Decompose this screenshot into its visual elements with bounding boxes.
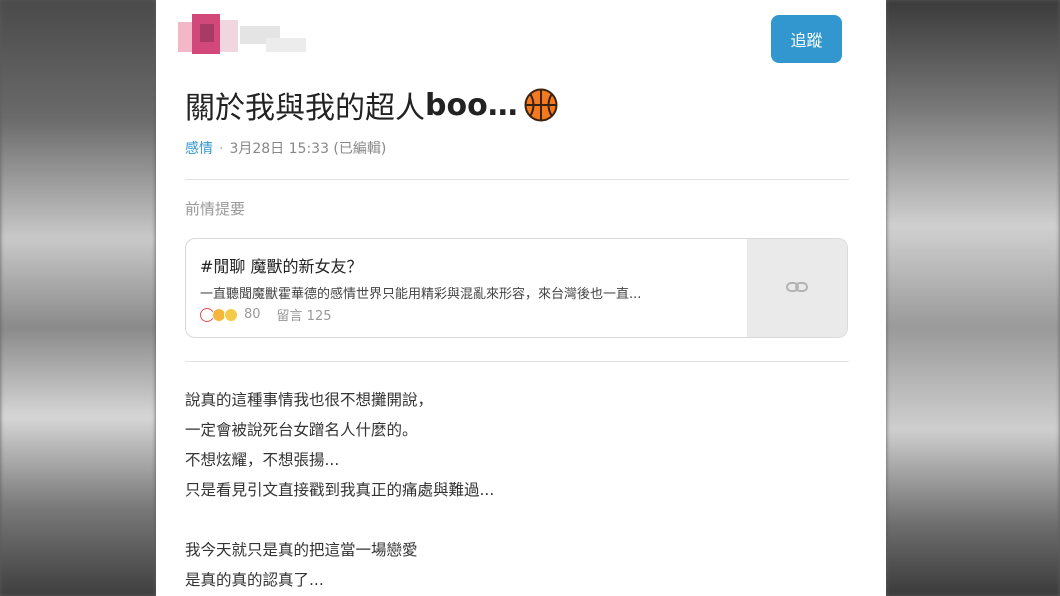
post-panel: 追蹤 關於我與我的超人 boo… 感情 · 3月28日 15:33 (已編輯) 前情提… bbox=[156, 0, 886, 596]
blurred-avatar bbox=[178, 12, 308, 58]
body-line: 一定會被說死台女蹭名人什麼的。 bbox=[185, 421, 418, 439]
link-thumbnail[interactable] bbox=[747, 239, 847, 337]
post-title-boo: boo… bbox=[425, 87, 518, 123]
linked-post-title: #閒聊 魔獸的新女友？ bbox=[200, 257, 363, 276]
linked-post-stats: 80 留言 125 bbox=[200, 305, 332, 324]
post-title: 關於我與我的超人 boo… bbox=[185, 82, 558, 128]
body-line: 是真的真的認真了... bbox=[185, 571, 324, 589]
linked-post-card[interactable]: #閒聊 魔獸的新女友？ 一直聽聞魔獸霍華德的感情世界只能用精彩與混亂來形容，來台… bbox=[185, 238, 848, 338]
linked-post-body[interactable]: #閒聊 魔獸的新女友？ 一直聽聞魔獸霍華德的感情世界只能用精彩與混亂來形容，來台… bbox=[186, 239, 749, 337]
post-body: 說真的這種事情我也很不想攤開說， 一定會被說死台女蹭名人什麼的。 不想炫耀，不想… bbox=[185, 385, 494, 595]
reaction-count: 80 bbox=[244, 307, 261, 322]
post-title-main: 關於我與我的超人 bbox=[185, 91, 425, 126]
body-line: 只是看見引文直接戳到我真正的痛處與難過... bbox=[185, 481, 495, 499]
follow-button[interactable]: 追蹤 bbox=[771, 15, 842, 63]
blurred-background-left bbox=[0, 0, 156, 596]
body-line: 說真的這種事情我也很不想攤開說， bbox=[185, 391, 434, 409]
post-date: 3月28日 15:33 (已編輯) bbox=[229, 141, 387, 157]
post-meta: 感情 · 3月28日 15:33 (已編輯) bbox=[185, 141, 387, 157]
blurred-background-right bbox=[886, 0, 1060, 596]
previous-section-label: 前情提要 bbox=[185, 200, 246, 218]
body-line: 我今天就只是真的把這當一場戀愛 bbox=[185, 541, 418, 559]
comment-count: 留言 125 bbox=[276, 309, 332, 324]
link-icon bbox=[786, 279, 808, 298]
divider bbox=[185, 179, 849, 180]
linked-post-excerpt: 一直聽聞魔獸霍華德的感情世界只能用精彩與混亂來形容，來台灣後也一直... bbox=[200, 287, 642, 302]
divider bbox=[185, 361, 849, 362]
reactions bbox=[200, 307, 238, 322]
category-link[interactable]: 感情 bbox=[185, 141, 213, 157]
body-line: 不想炫耀，不想張揚... bbox=[185, 451, 340, 469]
basketball-icon bbox=[524, 88, 558, 122]
wow-reaction-icon bbox=[224, 307, 238, 322]
